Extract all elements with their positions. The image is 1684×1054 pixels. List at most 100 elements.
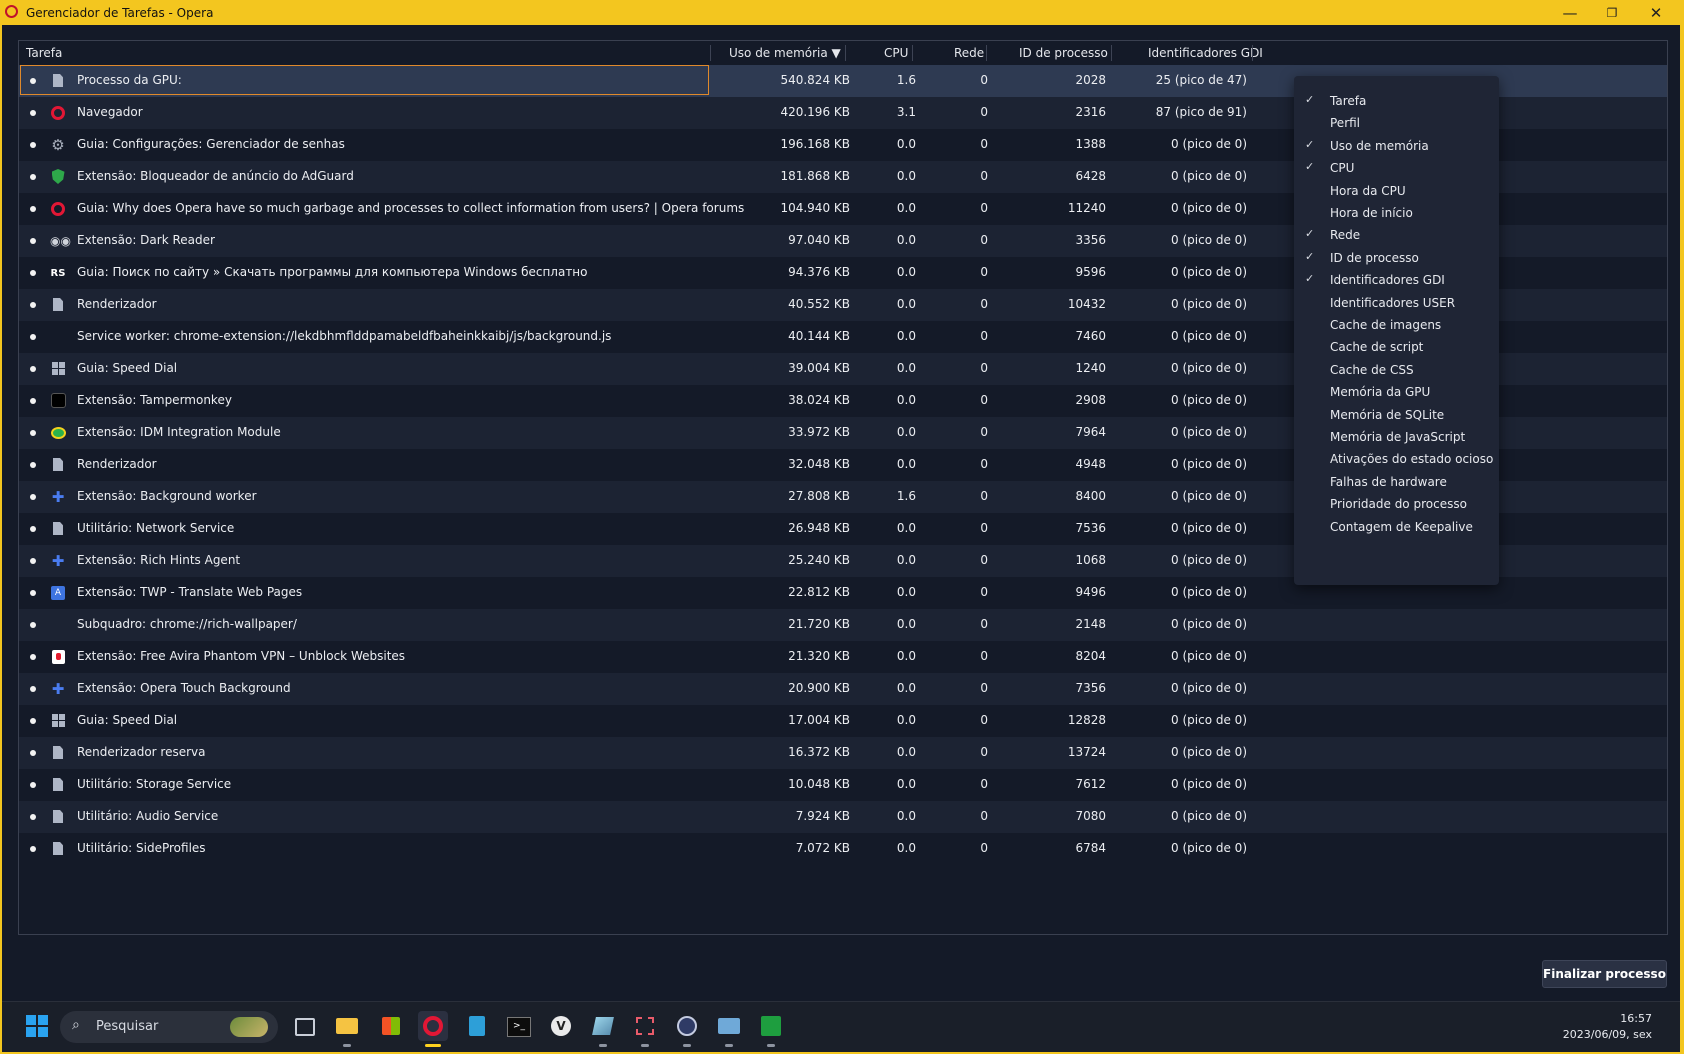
menu-item[interactable]: ✓ Tarefa — [1294, 90, 1499, 114]
title-bar: Gerenciador de Tarefas - Opera — ❐ ✕ — [0, 0, 1684, 25]
table-row[interactable]: Utilitário: Storage Service 10.048 KB 0.0 0… — [19, 769, 1667, 801]
monitor-icon[interactable] — [714, 1011, 744, 1041]
gdi-value: 0 (pico de 0) — [1171, 809, 1247, 823]
menu-item[interactable]: Identificadores USER — [1294, 292, 1499, 316]
pid-value: 7356 — [1075, 681, 1106, 695]
network-value: 0 — [980, 745, 988, 759]
network-value: 0 — [980, 169, 988, 183]
column-header-pid[interactable]: ID de processo — [1019, 41, 1108, 65]
puzzle-icon: ✚ — [51, 680, 65, 698]
snipping-tool-icon[interactable] — [630, 1011, 660, 1041]
task-name: Extensão: IDM Integration Module — [77, 425, 281, 439]
column-divider[interactable] — [710, 45, 711, 61]
chart-app-icon[interactable] — [756, 1011, 786, 1041]
menu-item[interactable]: Hora de início — [1294, 202, 1499, 226]
column-divider[interactable] — [1252, 45, 1253, 61]
task-name: Service worker: chrome-extension://lekdb… — [77, 329, 612, 343]
menu-item[interactable]: Perfil — [1294, 112, 1499, 136]
column-divider[interactable] — [986, 45, 987, 61]
column-divider[interactable] — [845, 45, 846, 61]
doc-icon — [50, 297, 66, 313]
table-row[interactable]: Extensão: Free Avira Phantom VPN – Unblo… — [19, 641, 1667, 673]
menu-item[interactable]: Memória de JavaScript — [1294, 426, 1499, 450]
file-explorer-icon[interactable] — [332, 1011, 362, 1041]
dark-reader-icon: ◉◉ — [50, 234, 71, 248]
window-title: Gerenciador de Tarefas - Opera — [26, 6, 214, 20]
pid-value: 13724 — [1067, 745, 1106, 759]
table-row[interactable]: Subquadro: chrome://rich-wallpaper/21.72… — [19, 609, 1667, 641]
app-icon[interactable] — [588, 1011, 618, 1041]
menu-item[interactable]: Cache de script — [1294, 336, 1499, 360]
menu-item[interactable]: ✓ Uso de memória — [1294, 135, 1499, 159]
grid-icon — [50, 361, 66, 377]
network-value: 0 — [980, 841, 988, 855]
menu-item[interactable]: Ativações do estado ocioso — [1294, 448, 1499, 472]
cpu-value: 0.0 — [896, 745, 916, 759]
column-divider[interactable] — [912, 45, 913, 61]
close-button[interactable]: ✕ — [1634, 2, 1678, 24]
menu-item[interactable]: Memória de SQLite — [1294, 404, 1499, 428]
terminal-icon[interactable]: >_ — [504, 1011, 534, 1041]
shield-icon — [50, 169, 66, 185]
column-header-memory[interactable]: Uso de memória ▼ — [729, 41, 841, 65]
menu-item[interactable]: ✓ Identificadores GDI — [1294, 269, 1499, 293]
pid-value: 7964 — [1075, 425, 1106, 439]
column-divider[interactable] — [1111, 45, 1112, 61]
menu-item[interactable]: ✓ Rede — [1294, 224, 1499, 248]
network-value: 0 — [980, 393, 988, 407]
checkmark-icon: ✓ — [1305, 160, 1315, 174]
gdi-value: 0 (pico de 0) — [1171, 617, 1247, 631]
task-name: Navegador — [77, 105, 143, 119]
minimize-button[interactable]: — — [1548, 2, 1592, 24]
menu-item[interactable]: ✓ ID de processo — [1294, 247, 1499, 271]
task-view-icon[interactable] — [290, 1011, 320, 1041]
menu-item[interactable]: Cache de CSS — [1294, 359, 1499, 383]
table-row[interactable]: Guia: Speed Dial 17.004 KB 0.0 0 12828 0 (pic… — [19, 705, 1667, 737]
maximize-button[interactable]: ❐ — [1590, 2, 1634, 24]
taskbar-search-box[interactable]: ⌕ Pesquisar — [60, 1011, 278, 1043]
menu-item[interactable]: Prioridade do processo — [1294, 493, 1499, 517]
idm-icon — [50, 425, 66, 441]
gdi-value: 0 (pico de 0) — [1171, 681, 1247, 695]
search-icon: ⌕ — [72, 1017, 80, 1033]
end-process-button[interactable]: Finalizar processo — [1542, 960, 1667, 988]
network-value: 0 — [980, 105, 988, 119]
checkmark-icon: ✓ — [1305, 249, 1315, 263]
menu-item[interactable]: Falhas de hardware — [1294, 471, 1499, 495]
table-row[interactable]: Utilitário: Audio Service 7.924 KB 0.0 0 708… — [19, 801, 1667, 833]
menu-item[interactable]: Memória da GPU — [1294, 381, 1499, 405]
table-row[interactable]: Utilitário: SideProfiles 7.072 KB 0.0 0 6784… — [19, 833, 1667, 865]
vpn-lock-icon[interactable] — [672, 1011, 702, 1041]
column-header-task[interactable]: Tarefa — [26, 41, 62, 65]
gdi-value: 87 (pico de 91) — [1155, 105, 1247, 119]
table-row[interactable]: Renderizador reserva 16.372 KB 0.0 0 13724 0 … — [19, 737, 1667, 769]
menu-item[interactable]: Cache de imagens — [1294, 314, 1499, 338]
column-header-network[interactable]: Rede — [954, 41, 984, 65]
menu-item[interactable]: Contagem de Keepalive — [1294, 516, 1499, 540]
bullet-icon — [30, 302, 36, 308]
column-header-gdi[interactable]: Identificadores GDI — [1148, 41, 1263, 65]
table-row[interactable]: ✚ Extensão: Opera Touch Background 20.900 … — [19, 673, 1667, 705]
menu-item-label: Tarefa — [1330, 94, 1367, 108]
system-clock[interactable]: 16:57 2023/06/09, sex — [1563, 1011, 1652, 1043]
pid-value: 4948 — [1075, 457, 1106, 471]
cpu-value: 0.0 — [896, 457, 916, 471]
menu-item[interactable]: Hora da CPU — [1294, 180, 1499, 204]
opera-icon[interactable] — [418, 1011, 448, 1041]
opera-logo-icon — [5, 5, 18, 18]
windows-start-icon[interactable] — [22, 1011, 52, 1041]
gdi-value: 0 (pico de 0) — [1171, 265, 1247, 279]
memory-value: 196.168 KB — [780, 137, 850, 151]
column-header-cpu[interactable]: CPU — [884, 41, 908, 65]
menu-item-label: Memória de JavaScript — [1330, 430, 1466, 444]
microsoft-store-icon[interactable] — [376, 1011, 406, 1041]
menu-item[interactable]: ✓ CPU — [1294, 157, 1499, 181]
gdi-value: 0 (pico de 0) — [1171, 233, 1247, 247]
task-name: Guia: Speed Dial — [77, 361, 178, 375]
puzzle-icon: ✚ — [51, 488, 65, 506]
menu-item-label: Cache de CSS — [1330, 362, 1414, 377]
running-indicator — [599, 1044, 607, 1047]
notepad-icon[interactable] — [462, 1011, 492, 1041]
task-name: Extensão: Background worker — [77, 489, 257, 503]
vivaldi-icon[interactable]: V — [546, 1011, 576, 1041]
